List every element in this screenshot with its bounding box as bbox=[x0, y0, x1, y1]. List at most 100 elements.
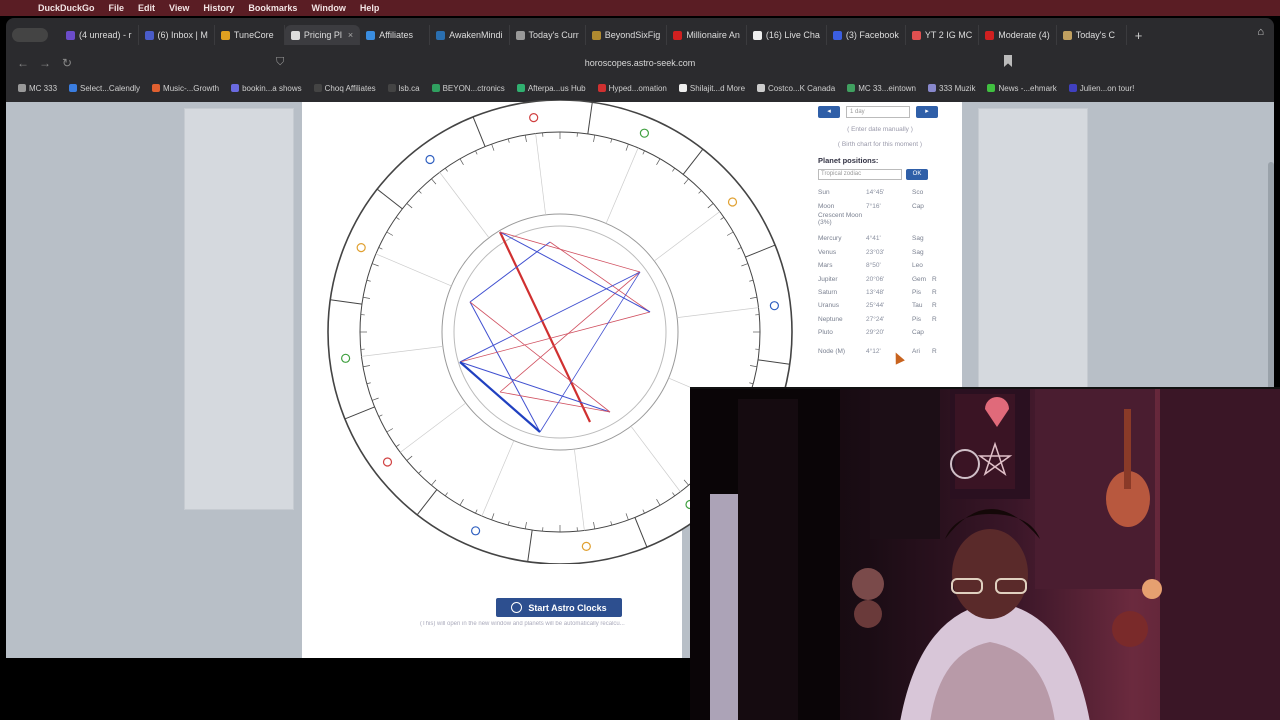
bookmark-item[interactable]: Choq Affiliates bbox=[313, 83, 376, 93]
tab-13[interactable]: Today's C bbox=[1057, 25, 1127, 45]
planet-row[interactable]: Jupiter 20°06' Gem R bbox=[818, 272, 942, 285]
planet-row[interactable]: Neptune 27°24' Pis R bbox=[818, 313, 942, 326]
bookmark-item[interactable]: Shilajit...d More bbox=[678, 83, 746, 93]
planet-sign: Sco bbox=[912, 189, 924, 197]
address-bar[interactable]: horoscopes.astro-seek.com bbox=[6, 58, 1274, 68]
favicon-icon bbox=[847, 84, 856, 92]
bookmark-item[interactable]: Hyped...omation bbox=[597, 83, 667, 93]
tab-12[interactable]: Moderate (4) bbox=[979, 25, 1057, 45]
bookmark-label: Julien...on tour! bbox=[1079, 83, 1135, 93]
favicon-icon bbox=[757, 84, 766, 92]
prev-day-button[interactable]: ◂ bbox=[818, 106, 840, 118]
planet-pos: 29°20' bbox=[866, 329, 885, 337]
page-scrollbar[interactable] bbox=[1268, 162, 1274, 422]
bookmark-label: Choq Affiliates bbox=[324, 83, 376, 93]
new-tab-icon[interactable]: + bbox=[1135, 28, 1143, 43]
tab-4[interactable]: Affiliates bbox=[360, 25, 431, 45]
bookmark-item[interactable]: Costco...K Canada bbox=[757, 84, 835, 93]
bookmark-item[interactable]: Music-...Growth bbox=[152, 84, 219, 93]
bookmark-item[interactable]: Julien...on tour! bbox=[1068, 83, 1135, 93]
planet-sign: Pis bbox=[912, 315, 922, 323]
tab-8[interactable]: Millionaire An bbox=[667, 25, 747, 45]
home-icon[interactable]: ⌂ bbox=[1257, 26, 1264, 38]
planet-sign: Leo bbox=[912, 262, 923, 270]
menu-window[interactable]: Window bbox=[311, 3, 345, 13]
tab-5[interactable]: AwakenMindi bbox=[430, 25, 510, 45]
tab-label: Today's C bbox=[1075, 30, 1116, 40]
favicon-icon bbox=[69, 84, 78, 92]
favicon-icon bbox=[911, 30, 921, 40]
tab-3[interactable]: Pricing Pl × bbox=[284, 25, 361, 45]
birth-chart-link[interactable]: ( Birth chart for this moment ) bbox=[818, 141, 942, 148]
next-day-button[interactable]: ▸ bbox=[916, 106, 938, 118]
planet-row[interactable]: Mars 8°50' Leo bbox=[818, 259, 942, 272]
bookmark-item[interactable]: 333 Muzik bbox=[928, 84, 975, 93]
menu-app-name[interactable]: DuckDuckGo bbox=[38, 3, 95, 13]
menu-help[interactable]: Help bbox=[360, 3, 380, 13]
bookmark-label: Costco...K Canada bbox=[768, 83, 836, 93]
screen: DuckDuckGo File Edit View History Bookma… bbox=[0, 0, 1280, 720]
planet-row[interactable]: Venus 23°03' Sag bbox=[818, 246, 942, 259]
bookmark-item[interactable]: MC 333 bbox=[18, 84, 57, 93]
bookmark-item[interactable]: bookin...a shows bbox=[231, 84, 302, 93]
menu-history[interactable]: History bbox=[203, 3, 234, 13]
enter-date-link[interactable]: ( Enter date manually ) bbox=[818, 126, 942, 133]
start-astro-clocks-button[interactable]: Start Astro Clocks bbox=[496, 598, 622, 617]
tab-0[interactable]: (4 unread) - r bbox=[60, 25, 139, 45]
bookmark-label: Hyped...omation bbox=[608, 83, 667, 93]
tab-6[interactable]: Today's Curr bbox=[510, 25, 586, 45]
menu-file[interactable]: File bbox=[109, 3, 125, 13]
bookmark-item[interactable]: lsb.ca bbox=[387, 84, 420, 93]
planet-row[interactable]: Uranus 25°44' Tau R bbox=[818, 299, 942, 312]
tab-label: (4 unread) - r bbox=[79, 30, 132, 40]
bookmark-label: Shilajit...d More bbox=[689, 83, 746, 93]
planet-sign: Cap bbox=[912, 202, 924, 210]
bookmark-item[interactable]: News -...ehmark bbox=[987, 84, 1057, 93]
favicon-icon bbox=[673, 30, 683, 40]
planet-pos: 14°45' bbox=[866, 189, 885, 197]
planet-pos: 4°41' bbox=[866, 235, 881, 243]
planet-row[interactable]: Crescent Moon (3%) bbox=[818, 212, 942, 226]
planet-pos: 13°48' bbox=[866, 288, 885, 296]
planet-pos: 7°16' bbox=[866, 202, 881, 210]
planet-row[interactable]: Pluto 29°20' Cap bbox=[818, 326, 942, 339]
planet-name: Jupiter bbox=[818, 275, 838, 283]
favicon-icon bbox=[436, 30, 446, 40]
menu-view[interactable]: View bbox=[169, 3, 189, 13]
bookmark-label: Afterpa...us Hub bbox=[527, 83, 586, 93]
favicon-icon bbox=[18, 84, 26, 92]
planet-name: Pluto bbox=[818, 329, 833, 337]
period-select[interactable]: 1 day bbox=[846, 106, 910, 118]
ok-button[interactable]: OK bbox=[906, 169, 928, 180]
planet-name: Mars bbox=[818, 262, 833, 270]
bookmark-item[interactable]: BEYON...ctronics bbox=[431, 84, 505, 93]
planet-row[interactable]: Sun 14°45' Sco bbox=[818, 186, 942, 199]
tab-9[interactable]: (16) Live Cha bbox=[747, 25, 827, 45]
close-tab-icon[interactable]: × bbox=[348, 30, 353, 40]
planet-pos: 8°50' bbox=[866, 262, 881, 270]
bookmark-item[interactable]: Select...Calendly bbox=[69, 84, 140, 93]
menu-bookmarks[interactable]: Bookmarks bbox=[248, 3, 297, 13]
favicon-icon bbox=[144, 30, 154, 40]
tab-2[interactable]: TuneCore bbox=[215, 25, 285, 45]
bookmark-item[interactable]: Afterpa...us Hub bbox=[516, 83, 586, 93]
tab-1[interactable]: (6) Inbox | M bbox=[139, 25, 215, 45]
planet-row[interactable]: Saturn 13°48' Pis R bbox=[818, 286, 942, 299]
planet-row[interactable]: Mercury 4°41' Sag bbox=[818, 232, 942, 245]
planet-sign: Gem bbox=[912, 275, 927, 283]
planet-r: R bbox=[932, 348, 937, 356]
planet-row[interactable]: Moon 7°16' Cap bbox=[818, 199, 942, 212]
webcam-overlay bbox=[690, 387, 1280, 720]
window-controls[interactable] bbox=[12, 28, 48, 42]
planet-name: Mercury bbox=[818, 235, 842, 243]
tab-10[interactable]: (3) Facebook bbox=[827, 25, 906, 45]
tab-11[interactable]: YT 2 IG MC bbox=[906, 25, 980, 45]
tab-strip: (4 unread) - r (6) Inbox | M TuneCore Prici… bbox=[6, 24, 1274, 46]
planet-row[interactable]: Node (M) 4°12' Ari R bbox=[818, 345, 942, 358]
menu-edit[interactable]: Edit bbox=[138, 3, 155, 13]
favicon-icon bbox=[387, 84, 396, 92]
bookmark-item[interactable]: MC 33...eintown bbox=[847, 84, 916, 93]
zodiac-select[interactable]: Tropical zodiac bbox=[818, 169, 902, 180]
tab-7[interactable]: BeyondSixFig bbox=[586, 25, 668, 45]
planet-name: Sun bbox=[818, 189, 830, 197]
